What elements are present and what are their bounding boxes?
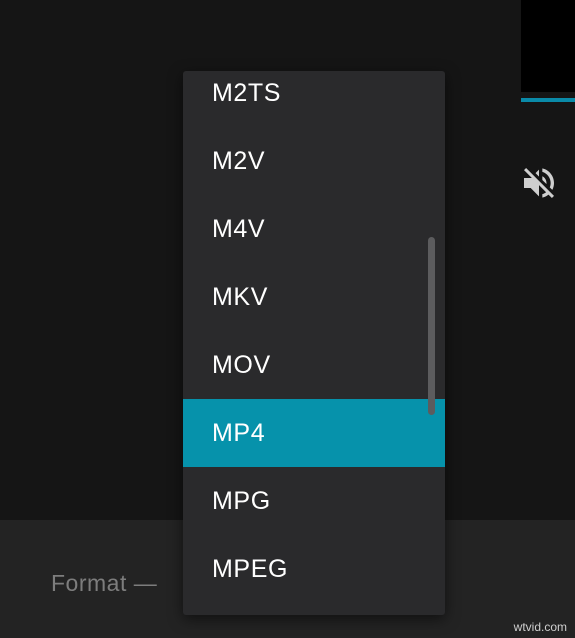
format-option-m2v[interactable]: M2V: [183, 127, 445, 195]
dropdown-scrollbar[interactable]: [428, 237, 435, 415]
format-dropdown-menu[interactable]: M2TS M2V M4V MKV MOV MP4 MPG MPEG: [183, 71, 445, 615]
format-option-mkv[interactable]: MKV: [183, 263, 445, 331]
format-option-m4v[interactable]: M4V: [183, 195, 445, 263]
format-label-text: Format: [51, 570, 127, 596]
format-label: Format —: [51, 570, 157, 597]
format-option-m2ts[interactable]: M2TS: [183, 71, 445, 127]
format-separator: —: [133, 570, 158, 596]
format-option-mp4[interactable]: MP4: [183, 399, 445, 467]
video-thumbnail[interactable]: [521, 0, 575, 92]
format-option-mpeg[interactable]: MPEG: [183, 535, 445, 603]
format-option-mov[interactable]: MOV: [183, 331, 445, 399]
watermark: wtvid.com: [513, 620, 567, 634]
format-option-mpg[interactable]: MPG: [183, 467, 445, 535]
speaker-muted-icon: [524, 168, 554, 198]
thumbnail-progress-bar: [521, 98, 575, 102]
mute-button[interactable]: [517, 161, 561, 205]
